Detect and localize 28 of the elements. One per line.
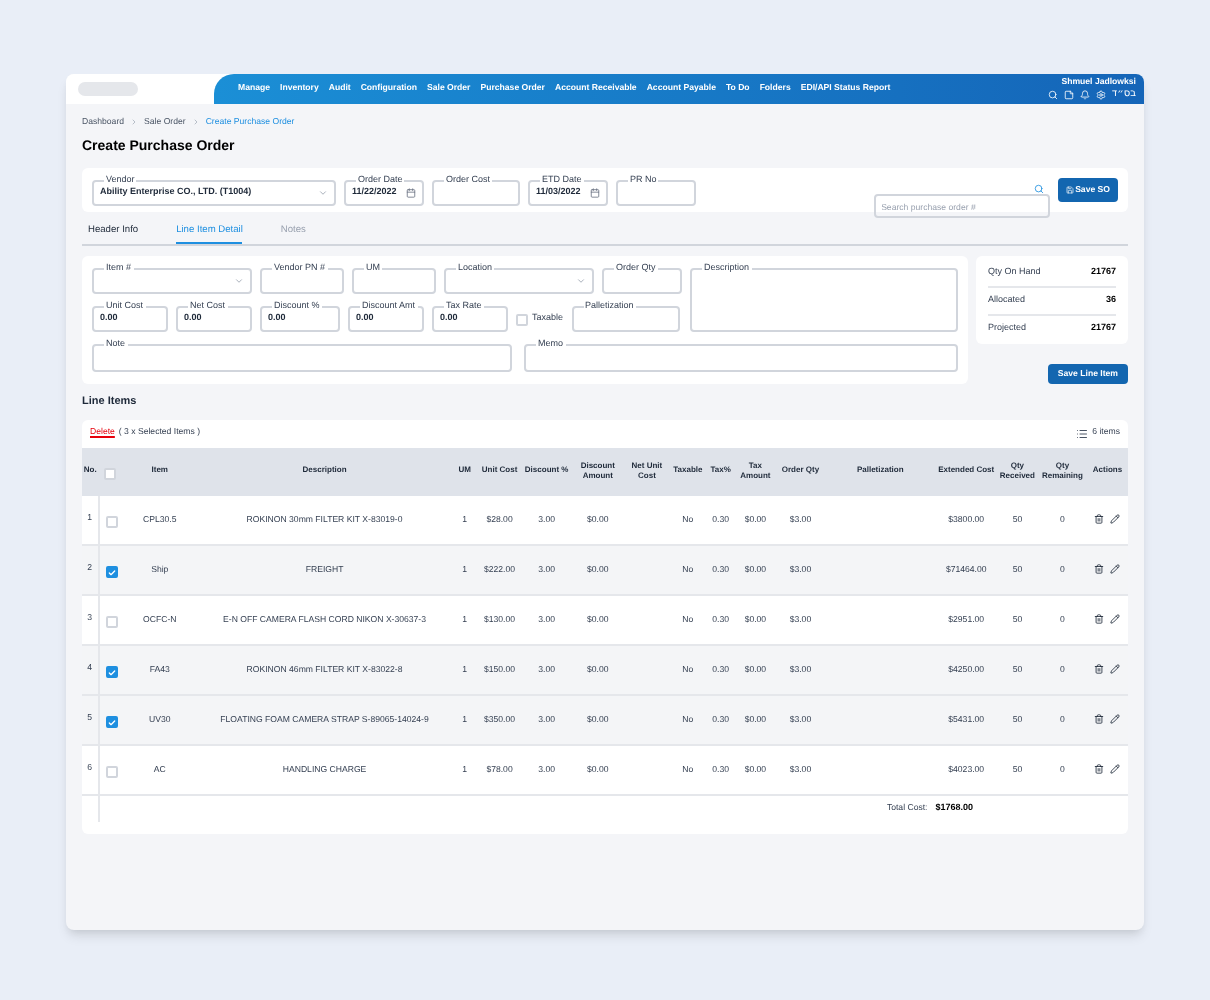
edit-icon[interactable] — [1110, 664, 1121, 675]
note-icon[interactable] — [1063, 90, 1074, 101]
edit-icon[interactable] — [1110, 564, 1121, 575]
edit-icon[interactable] — [1110, 764, 1121, 775]
checkbox[interactable] — [105, 666, 118, 679]
search-icon — [1033, 184, 1044, 195]
delete-icon[interactable] — [1094, 714, 1105, 725]
bell-icon[interactable] — [1079, 90, 1090, 101]
delete-icon[interactable] — [1094, 664, 1105, 675]
delete-icon[interactable] — [1094, 614, 1105, 625]
delete-icon[interactable] — [1094, 514, 1105, 525]
checkbox[interactable] — [105, 566, 118, 579]
save-icon — [1065, 185, 1074, 194]
search-icon[interactable] — [1047, 90, 1058, 101]
logo-placeholder — [78, 82, 138, 96]
chevron-down-icon — [576, 276, 586, 287]
edit-icon[interactable] — [1110, 514, 1121, 525]
chevron-down-icon — [234, 276, 244, 287]
calendar-icon — [406, 187, 416, 198]
calendar-icon — [590, 187, 600, 198]
edit-icon[interactable] — [1110, 614, 1121, 625]
delete-icon[interactable] — [1094, 564, 1105, 575]
chevron-down-icon — [318, 187, 328, 198]
settings-icon[interactable] — [1095, 90, 1106, 101]
delete-icon[interactable] — [1094, 764, 1105, 775]
edit-icon[interactable] — [1110, 714, 1121, 725]
checkbox[interactable] — [105, 716, 118, 729]
list-icon[interactable] — [1076, 427, 1089, 440]
